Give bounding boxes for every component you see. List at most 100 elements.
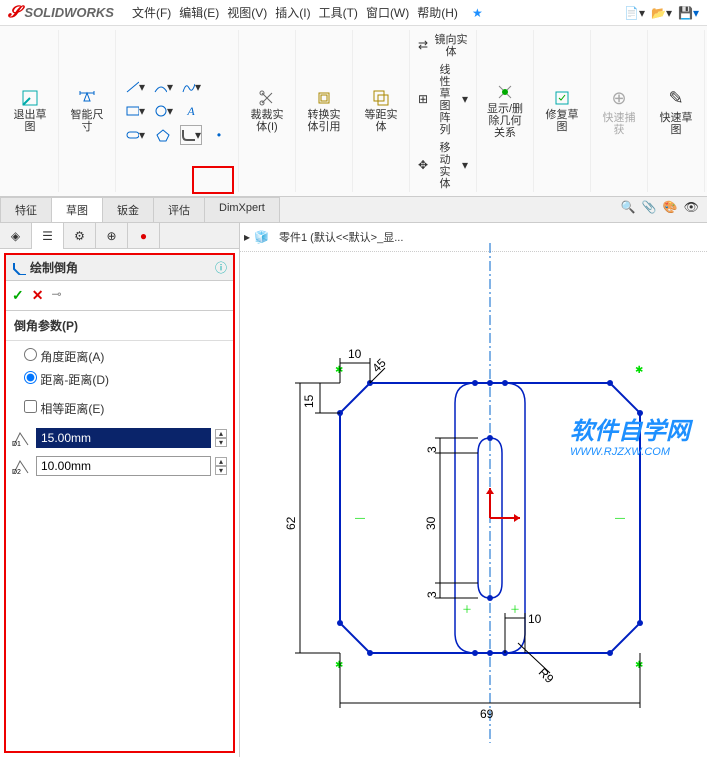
angle-distance-label: 角度距离(A) — [40, 350, 104, 364]
d2-icon: D2 — [12, 457, 32, 475]
svg-text:✱: ✱ — [635, 365, 643, 376]
dim-3a: 3 — [425, 446, 439, 453]
convert-button[interactable]: 转换实体引用 — [304, 89, 344, 133]
rect-tool[interactable]: ▾ — [124, 101, 146, 121]
relations-icon — [496, 83, 514, 101]
pattern-icon: ⊞ — [418, 92, 428, 106]
star-icon[interactable]: ★ — [472, 6, 483, 20]
dim-15: 15 — [302, 394, 316, 408]
cancel-button[interactable]: ✕ — [32, 287, 44, 304]
pin-icon[interactable]: ⊸ — [51, 287, 61, 304]
equal-distance-checkbox[interactable]: 相等距离(E) — [24, 397, 215, 420]
exit-sketch-button[interactable]: 退出草图 — [10, 89, 50, 133]
display-icon[interactable]: 👁 — [684, 200, 699, 219]
sidebar-tab-dim[interactable]: ⊕ — [96, 223, 128, 249]
spline-tool[interactable]: ▾ — [180, 77, 202, 97]
new-icon[interactable]: 📄▾ — [624, 6, 645, 20]
quick-sketch-icon: ✎ — [664, 86, 688, 110]
tab-dimxpert[interactable]: DimXpert — [204, 197, 280, 222]
svg-text:—: — — [615, 513, 625, 524]
watermark-url: WWW.RJZXW.COM — [570, 446, 690, 458]
tab-sketch[interactable]: 草图 — [51, 197, 103, 222]
repair-label: 修复草图 — [542, 109, 582, 133]
d1-up-button[interactable]: ▴ — [215, 429, 227, 438]
sidebar-tab-feature-tree[interactable]: ◈ — [0, 223, 32, 249]
tab-features[interactable]: 特征 — [0, 197, 52, 222]
mirror-button[interactable]: 镜向实体 — [434, 34, 468, 58]
d2-down-button[interactable]: ▾ — [215, 466, 227, 475]
snap-icon: ⊕ — [607, 86, 631, 110]
pattern-button[interactable]: 线性草图阵列 — [434, 64, 456, 136]
part-icon: 🧊 — [254, 230, 269, 244]
circle-tool[interactable]: ▾ — [152, 101, 174, 121]
menu-help[interactable]: 帮助(H) — [417, 4, 458, 21]
display-relations-button[interactable]: 显示/删除几何关系 — [485, 83, 525, 139]
smart-dim-button[interactable]: 智能尺寸 — [67, 89, 107, 133]
quick-snap-button[interactable]: ⊕ 快速捕获 — [599, 86, 639, 136]
convert-label: 转换实体引用 — [304, 109, 344, 133]
polygon-tool[interactable] — [152, 125, 174, 145]
tab-evaluate[interactable]: 评估 — [153, 197, 205, 222]
sidebar-tab-config[interactable]: ⚙ — [64, 223, 96, 249]
tab-sheet-metal[interactable]: 钣金 — [102, 197, 154, 222]
distance-distance-radio[interactable]: 距离-距离(D) — [24, 368, 215, 391]
convert-icon — [315, 89, 333, 107]
quick-sketch-label: 快速草图 — [656, 112, 696, 136]
dim-45: 45 — [369, 356, 389, 376]
menu-file[interactable]: 文件(F) — [132, 4, 171, 21]
menu-insert[interactable]: 插入(I) — [275, 4, 310, 21]
watermark: 软件自学网 WWW.RJZXW.COM — [570, 411, 690, 458]
repair-button[interactable]: 修复草图 — [542, 89, 582, 133]
arc-tool[interactable]: ▾ — [152, 77, 174, 97]
help-icon[interactable]: ⓘ — [215, 259, 227, 276]
menu-window[interactable]: 窗口(W) — [366, 4, 409, 21]
svg-text:✱: ✱ — [635, 660, 643, 671]
expand-icon[interactable]: ▸ — [244, 230, 250, 244]
d1-input[interactable] — [36, 428, 211, 448]
dim-69: 69 — [480, 707, 494, 721]
search-icon[interactable]: 🔍 — [621, 200, 636, 219]
repair-icon — [553, 89, 571, 107]
point-tool[interactable]: • — [208, 125, 230, 145]
line-tool[interactable]: ▾ — [124, 77, 146, 97]
mirror-icon: ⇄ — [418, 38, 428, 52]
sidebar-tab-property-manager[interactable]: ☰ — [32, 223, 64, 249]
offset-button[interactable]: 等距实体 — [361, 89, 401, 133]
menu-tools[interactable]: 工具(T) — [319, 4, 358, 21]
menu-view[interactable]: 视图(V) — [227, 4, 267, 21]
dim-top-10: 10 — [348, 347, 362, 361]
dim-r9: R9 — [536, 665, 557, 686]
fillet-tool[interactable]: ▾ — [180, 125, 202, 145]
trim-button[interactable]: 裁裁实体(I) — [247, 89, 287, 133]
save-icon[interactable]: 💾▾ — [678, 6, 699, 20]
property-manager-sidebar: ◈ ☰ ⚙ ⊕ ● 绘制倒角 ⓘ ✓ ✕ ⊸ 倒角参数(P) 角度距离(A) 距… — [0, 223, 240, 757]
move-button[interactable]: 移动实体 — [434, 142, 456, 190]
sidebar-tab-appearance[interactable]: ● — [128, 223, 160, 249]
d2-up-button[interactable]: ▴ — [215, 457, 227, 466]
quick-sketch-button[interactable]: ✎ 快速草图 — [656, 86, 696, 136]
panel-title: 绘制倒角 — [30, 259, 215, 276]
title-bar: 𝓢 SOLIDWORKS 文件(F) 编辑(E) 视图(V) 插入(I) 工具(… — [0, 0, 707, 26]
exit-sketch-icon — [21, 89, 39, 107]
appearance-icon[interactable]: 🎨 — [663, 200, 678, 219]
chamfer-icon — [12, 261, 26, 275]
annotation-icon[interactable]: 📎 — [642, 200, 657, 219]
slot-tool[interactable]: ▾ — [124, 125, 146, 145]
d1-down-button[interactable]: ▾ — [215, 438, 227, 447]
graphics-area[interactable]: ▸ 🧊 零件1 (默认<<默认>_显... 软件自学网 WWW.RJZXW.CO… — [240, 223, 707, 757]
angle-distance-radio[interactable]: 角度距离(A) — [24, 345, 215, 368]
watermark-text: 软件自学网 — [570, 411, 690, 446]
exit-sketch-label: 退出草图 — [10, 109, 50, 133]
command-tabs: 特征 草图 钣金 评估 DimXpert 🔍 📎 🎨 👁 — [0, 197, 707, 223]
dimension-icon — [78, 89, 96, 107]
d2-input[interactable] — [36, 456, 211, 476]
dim-30: 30 — [424, 516, 438, 530]
equal-distance-label: 相等距离(E) — [40, 402, 104, 416]
sketch-canvas[interactable]: ✱✱✱✱ —— ＋＋ 10 15 45 3 30 — [240, 243, 700, 743]
quick-snap-label: 快速捕获 — [599, 112, 639, 136]
menu-edit[interactable]: 编辑(E) — [179, 4, 219, 21]
open-icon[interactable]: 📂▾ — [651, 6, 672, 20]
move-icon: ✥ — [418, 158, 428, 172]
text-tool[interactable]: A — [180, 101, 202, 121]
ok-button[interactable]: ✓ — [12, 287, 24, 304]
